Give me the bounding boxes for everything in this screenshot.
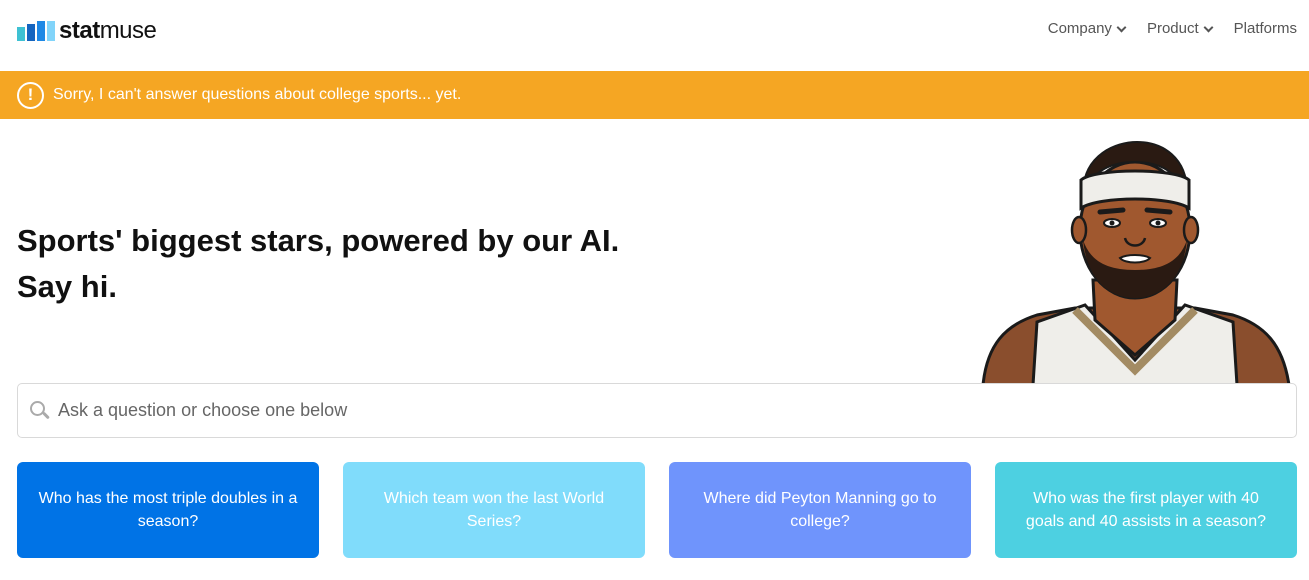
search-icon — [30, 400, 50, 421]
suggestion-card[interactable]: Where did Peyton Manning go to college? — [669, 462, 971, 558]
statmuse-logo[interactable]: statmuse — [17, 17, 157, 44]
hero-heading-line-2: Say hi. — [17, 269, 117, 304]
nav-platforms-label: Platforms — [1233, 20, 1297, 37]
site-header: statmuse Company Product Platforms — [0, 0, 1309, 70]
nav-platforms[interactable]: Platforms — [1234, 20, 1297, 37]
exclamation-circle-icon: ! — [17, 81, 44, 109]
suggestion-card[interactable]: Which team won the last World Series? — [343, 462, 645, 558]
suggestion-card[interactable]: Who was the first player with 40 goals a… — [995, 462, 1297, 558]
search-input[interactable] — [58, 400, 1258, 421]
hero-heading-line-1: Sports' biggest stars, powered by our AI… — [17, 223, 620, 258]
suggestion-card[interactable]: Who has the most triple doubles in a sea… — [17, 462, 319, 558]
nav-company[interactable]: Company — [1047, 20, 1127, 37]
search-bar[interactable] — [17, 383, 1297, 438]
suggestion-cards: Who has the most triple doubles in a sea… — [17, 462, 1297, 558]
hero-heading: Sports' biggest stars, powered by our AI… — [17, 218, 619, 310]
alert-banner: ! Sorry, I can't answer questions about … — [0, 71, 1309, 119]
nav-product[interactable]: Product — [1146, 20, 1214, 37]
logo-bars-icon — [17, 21, 55, 41]
main-nav: Company Product Platforms — [1048, 20, 1297, 37]
logo-wordmark: statmuse — [59, 17, 157, 44]
chevron-down-icon — [1116, 22, 1127, 32]
nav-product-label: Product — [1146, 20, 1199, 37]
nav-company-label: Company — [1047, 20, 1112, 37]
alert-text: Sorry, I can't answer questions about co… — [53, 86, 462, 103]
chevron-down-icon — [1203, 22, 1214, 32]
player-avatar-illustration — [981, 140, 1291, 385]
